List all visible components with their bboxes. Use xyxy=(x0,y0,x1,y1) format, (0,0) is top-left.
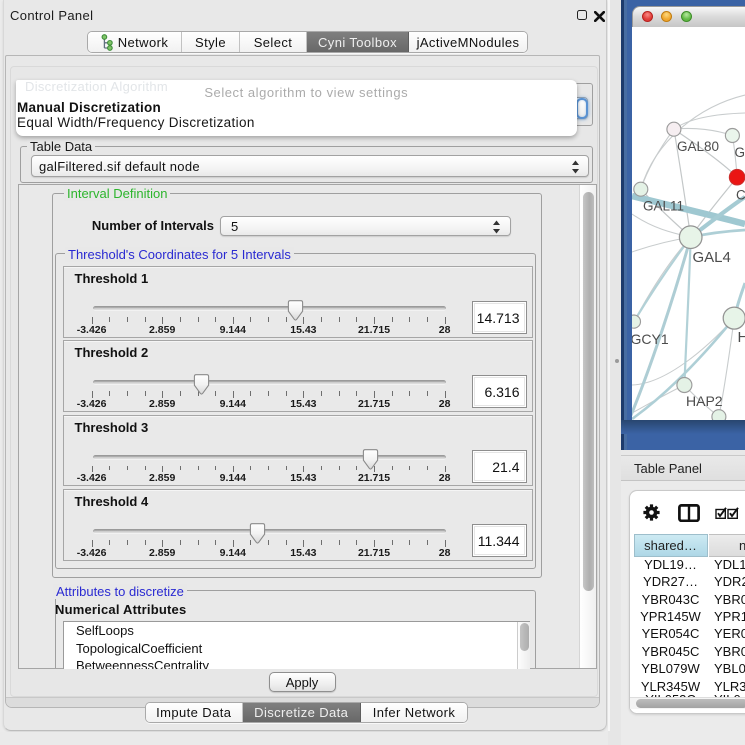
svg-text:HAP2: HAP2 xyxy=(686,393,723,409)
svg-text:GAL11: GAL11 xyxy=(643,199,684,214)
svg-text:GCY1: GCY1 xyxy=(632,331,669,347)
svg-text:C: C xyxy=(736,188,745,203)
svg-text:H: H xyxy=(738,329,745,346)
svg-text:GAL80: GAL80 xyxy=(677,139,719,154)
svg-text:GA: GA xyxy=(735,145,745,160)
svg-text:GAL4: GAL4 xyxy=(693,249,731,266)
